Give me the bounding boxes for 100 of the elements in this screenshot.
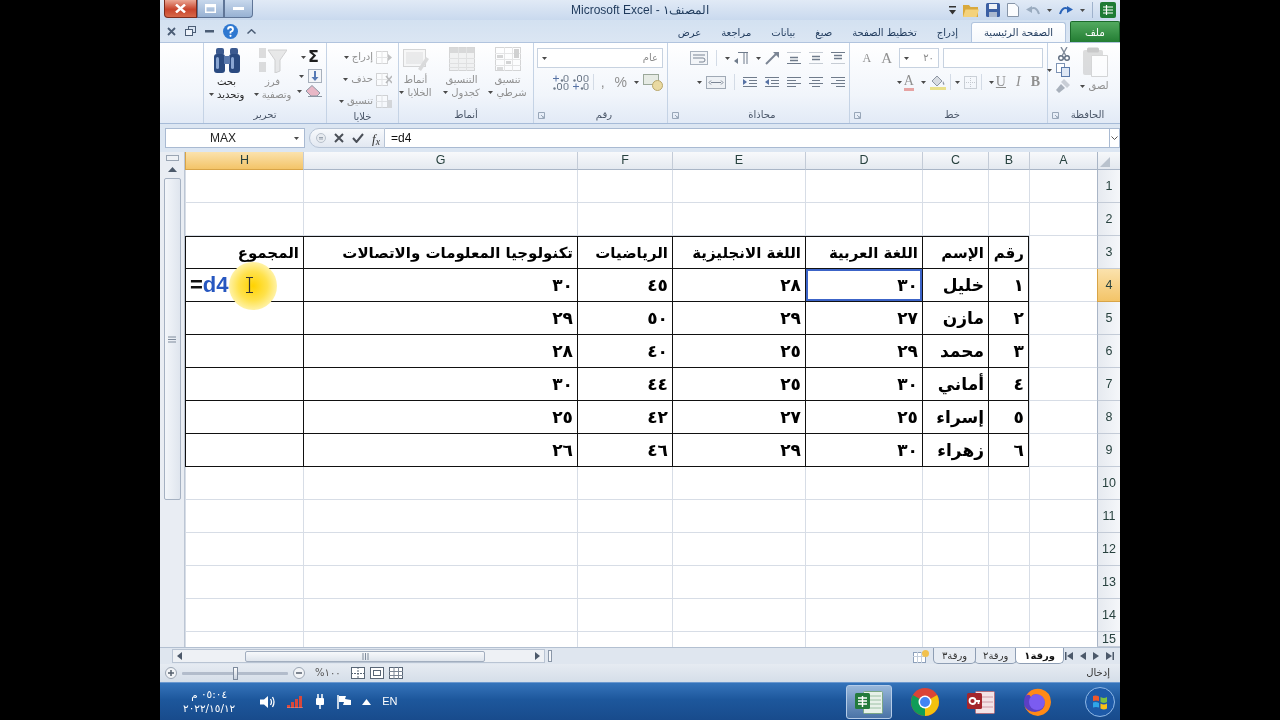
merge-cells-icon[interactable] [706,75,726,89]
text-direction-icon[interactable] [734,52,748,64]
column-header[interactable]: E [672,152,805,170]
clock-date[interactable]: ٢٠٢٢/١٥/١٢ [183,701,236,716]
row-header[interactable]: 8 [1097,401,1120,434]
row-header[interactable]: 12 [1097,533,1120,566]
active-cell[interactable]: =d4 [185,269,303,302]
zoom-slider-thumb[interactable] [233,666,238,680]
file-tab[interactable]: ملف [1070,21,1120,42]
row-header[interactable]: 2 [1097,203,1120,236]
scroll-up-icon[interactable] [167,167,177,172]
decrease-indent-icon[interactable] [765,77,779,87]
row-header[interactable]: 4 [1097,269,1120,302]
horizontal-scrollbar[interactable] [172,649,545,663]
caret-icon[interactable] [297,89,302,93]
minimize-button[interactable] [224,0,253,18]
last-sheet-icon[interactable] [1106,652,1114,660]
caret-icon[interactable] [920,80,926,84]
row-header[interactable]: 5 [1097,302,1120,335]
column-header[interactable]: F [577,152,672,170]
row-header[interactable]: 1 [1097,170,1120,203]
show-hidden-icons-icon[interactable] [362,698,372,705]
name-box[interactable]: MAX [165,128,305,148]
redo-icon[interactable] [1059,5,1073,15]
row-header[interactable]: 15 [1097,632,1120,647]
align-center-icon[interactable] [809,77,823,87]
page-layout-icon[interactable] [369,667,384,679]
caret-icon[interactable] [697,80,702,84]
bottom-align-icon[interactable] [787,52,801,64]
increase-decimal-icon[interactable] [572,74,589,90]
row-header[interactable]: 9 [1097,434,1120,467]
new-document-icon[interactable] [1007,3,1019,17]
caret-icon[interactable] [299,74,304,78]
caret-icon[interactable] [954,80,960,84]
zoom-out-icon[interactable] [293,667,305,679]
blank-cell[interactable] [185,368,303,401]
scrollbar-thumb[interactable] [245,650,485,662]
row-header[interactable]: 7 [1097,368,1120,401]
blank-cell[interactable] [185,302,303,335]
sheet-tab[interactable]: ورقة٣ [932,648,977,664]
help-icon[interactable] [223,23,238,39]
save-icon[interactable] [986,3,1000,17]
maximize-button[interactable] [197,0,224,18]
ribbon-tab[interactable]: تخطيط الصفحة [842,22,927,42]
close-icon[interactable] [167,26,176,36]
align-left-icon[interactable] [787,77,801,87]
check-icon[interactable] [352,133,364,143]
increase-indent-icon[interactable] [743,77,757,87]
row-header[interactable]: 3 [1097,236,1120,269]
caret-icon[interactable] [634,80,639,84]
power-plug-icon[interactable] [314,694,327,709]
row-header[interactable]: 13 [1097,566,1120,599]
scissors-icon[interactable] [1058,47,1070,61]
next-sheet-icon[interactable] [1093,652,1099,660]
scroll-left-icon[interactable] [177,652,182,660]
insert-sheet-icon[interactable] [912,649,929,663]
blank-cell[interactable] [185,434,303,467]
decrease-decimal-icon[interactable] [552,74,569,90]
page-break-icon[interactable] [350,667,365,679]
blank-cell[interactable] [185,401,303,434]
column-header[interactable]: B [988,152,1029,170]
speaker-icon[interactable] [260,694,277,709]
insert-function-button[interactable]: f$_{x}$ [372,131,380,145]
scrollbar-thumb[interactable] [163,178,181,500]
fill-down-icon[interactable] [308,69,322,83]
sheet-tab[interactable]: ورقة١ [1015,648,1064,664]
normal-view-icon[interactable] [388,667,403,679]
number-format-field[interactable]: عام [537,48,663,68]
split-handle-icon[interactable] [165,155,179,161]
ribbon-tab[interactable]: عرض [667,22,712,42]
column-header[interactable]: G [303,152,577,170]
row-header[interactable]: 6 [1097,335,1120,368]
ribbon-tab[interactable]: إدراج [926,22,968,42]
caret-icon[interactable] [1080,8,1085,12]
blank-cell[interactable] [185,335,303,368]
orientation-icon[interactable] [765,51,779,65]
flag-icon[interactable] [337,694,352,709]
ribbon-tab[interactable]: بيانات [761,22,806,42]
resize-handle-icon[interactable] [316,133,326,143]
copy-icon[interactable] [1056,63,1070,77]
split-handle-icon[interactable] [548,650,552,662]
formula-field[interactable]: =d4 [385,128,1110,148]
cancel-icon[interactable] [334,133,344,143]
top-align-icon[interactable] [831,52,845,64]
column-header[interactable]: A [1029,152,1097,170]
scroll-right-icon[interactable] [535,652,540,660]
expand-formula-button[interactable] [1110,128,1120,148]
close-button[interactable] [164,0,197,18]
column-header[interactable]: H [185,152,303,170]
ribbon-tab[interactable]: الصفحة الرئيسية [971,22,1066,42]
align-right-icon[interactable] [831,77,845,87]
caret-icon[interactable] [725,56,730,60]
start-button[interactable] [1085,686,1115,717]
vertical-scrollbar[interactable] [160,152,185,647]
row-header[interactable]: 14 [1097,599,1120,632]
signal-bars-icon[interactable] [287,695,304,708]
previous-sheet-icon[interactable] [1080,652,1086,660]
first-sheet-icon[interactable] [1065,652,1073,660]
caret-icon[interactable] [1047,68,1052,72]
ribbon-tab[interactable]: مراجعة [711,22,762,42]
